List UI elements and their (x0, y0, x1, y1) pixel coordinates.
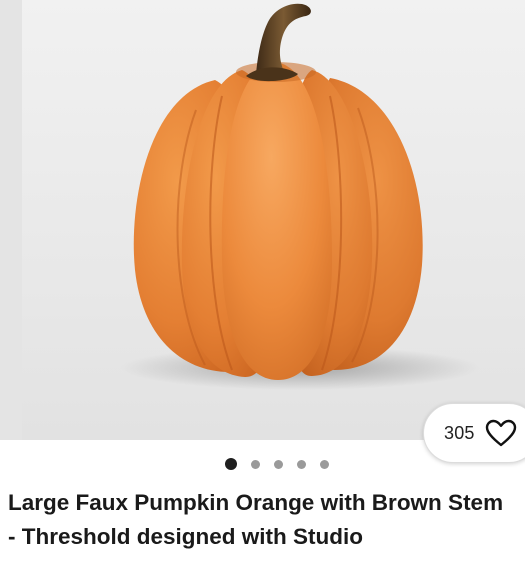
favorite-button[interactable]: 305 (423, 403, 525, 463)
carousel-dot-4[interactable] (296, 459, 306, 469)
pumpkin-illustration (0, 0, 525, 440)
carousel-dot-1[interactable] (224, 458, 237, 470)
product-title: Large Faux Pumpkin Orange with Brown Ste… (8, 490, 504, 549)
carousel-dot-3[interactable] (273, 459, 283, 469)
heart-outline-icon (485, 419, 517, 447)
product-image[interactable] (0, 0, 525, 440)
carousel-indicator (0, 456, 525, 472)
product-page: 305 Large Faux Pumpkin Orange with Brown… (0, 0, 525, 576)
carousel-dot-2[interactable] (250, 459, 260, 469)
favorites-count: 305 (444, 422, 475, 443)
carousel-dot-5[interactable] (319, 459, 329, 469)
